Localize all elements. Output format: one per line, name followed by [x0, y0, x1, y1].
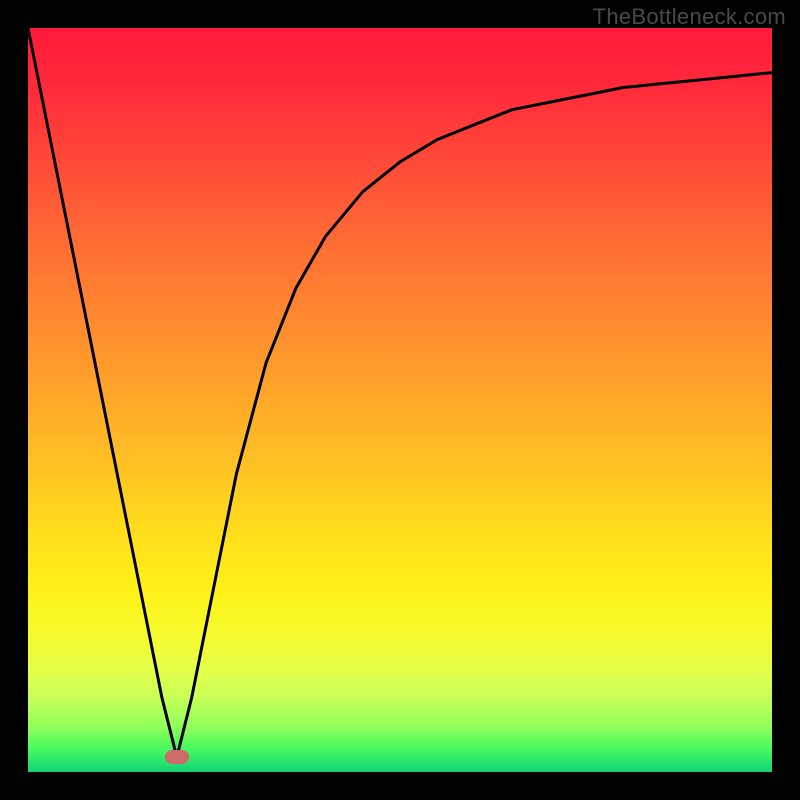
min-marker	[165, 750, 189, 764]
plot-area	[28, 28, 772, 772]
bottleneck-curve	[28, 28, 772, 757]
chart-frame: TheBottleneck.com	[0, 0, 800, 800]
curve-svg	[28, 28, 772, 772]
watermark-text: TheBottleneck.com	[593, 4, 786, 30]
